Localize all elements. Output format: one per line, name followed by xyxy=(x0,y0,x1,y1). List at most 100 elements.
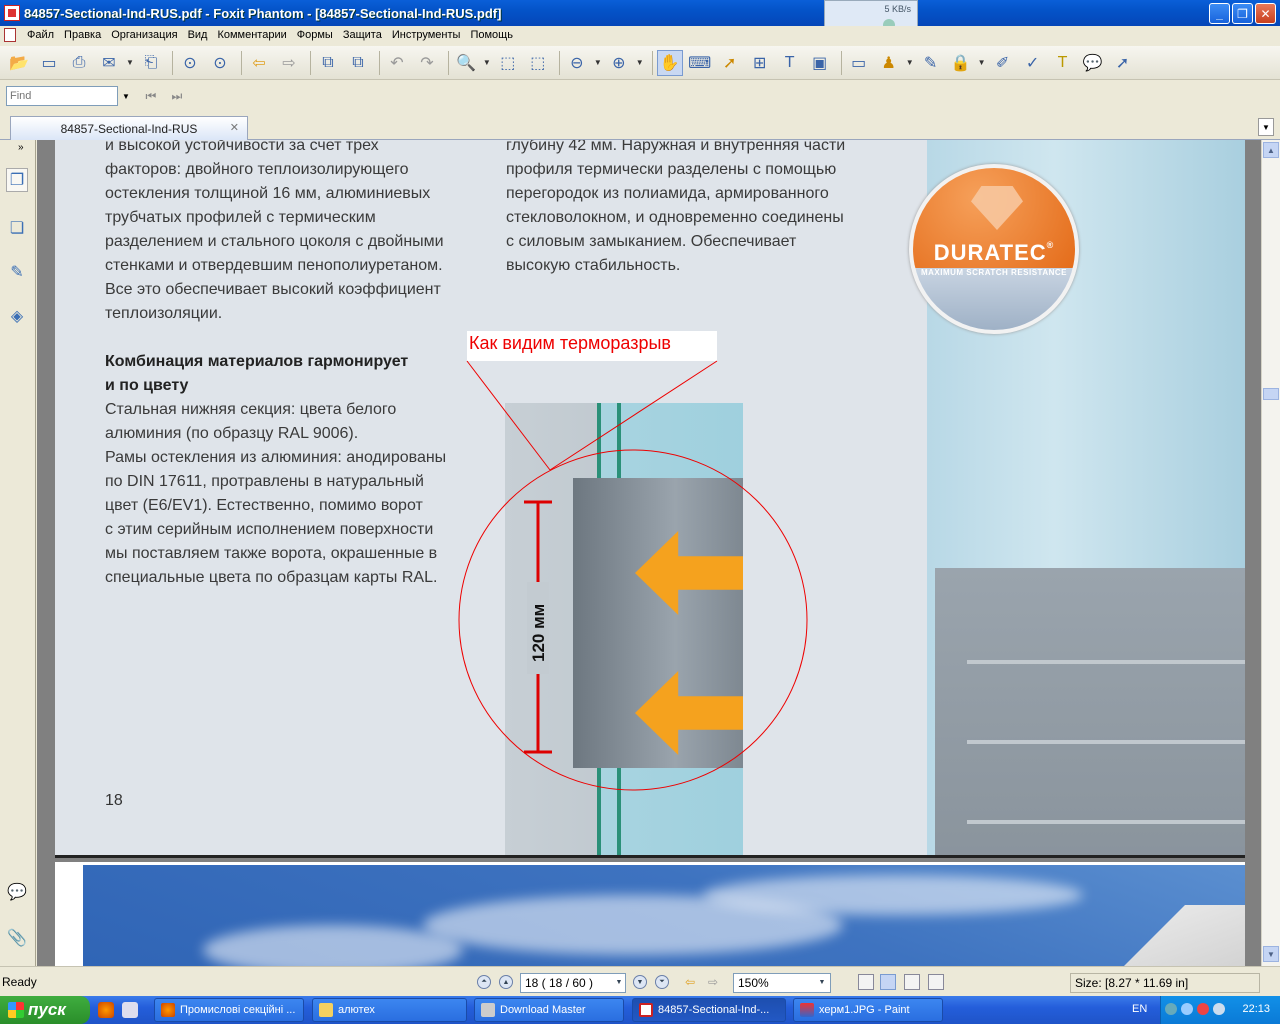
open-icon[interactable]: 📂 xyxy=(6,50,32,76)
select-icon[interactable]: ➚ xyxy=(717,50,743,76)
comment-list-icon[interactable]: 💬 xyxy=(6,880,28,904)
attachments-icon[interactable]: 📎 xyxy=(6,926,28,950)
comment-icon[interactable]: 💬 xyxy=(1080,50,1106,76)
email-icon[interactable]: ✉ xyxy=(96,50,122,76)
forward-icon[interactable]: ⇨ xyxy=(276,50,302,76)
foxit-app-icon[interactable] xyxy=(4,5,20,21)
find-next-icon[interactable]: ⏭ xyxy=(166,86,188,106)
maximize-button[interactable]: ❐ xyxy=(1232,3,1253,24)
zoom-out-icon[interactable]: ⊖ xyxy=(564,50,590,76)
menu-tools[interactable]: Инструменты xyxy=(387,29,466,41)
continuous-view-icon[interactable] xyxy=(880,974,896,990)
scroll-up-icon[interactable]: ▲ xyxy=(1263,142,1279,158)
zoom-out-dropdown-icon[interactable]: ▼ xyxy=(594,58,602,67)
next-page-icon[interactable]: ⊙ xyxy=(207,50,233,76)
document-menu-icon[interactable] xyxy=(4,28,16,42)
next-page-nav-icon[interactable]: ▼ xyxy=(633,975,647,989)
note-icon[interactable]: T xyxy=(1050,50,1076,76)
zoom-dropdown-icon[interactable]: ▼ xyxy=(483,58,491,67)
next-view-icon[interactable]: ⇨ xyxy=(706,975,720,989)
undo-icon[interactable]: ↶ xyxy=(384,50,410,76)
previous-view-icon[interactable]: ⇦ xyxy=(683,975,697,989)
previous-page-icon[interactable]: ▲ xyxy=(499,975,513,989)
tray-expand-icon[interactable] xyxy=(1165,1003,1177,1015)
prev-page-icon[interactable]: ⊙ xyxy=(177,50,203,76)
page-dropdown-icon[interactable]: ▼ xyxy=(612,975,626,989)
document-view[interactable]: DURATEC® MAXIMUM SCRATCH RESISTANCE и вы… xyxy=(37,140,1261,966)
edit-icon[interactable]: ✐ xyxy=(990,50,1016,76)
continuous-facing-view-icon[interactable] xyxy=(928,974,944,990)
annotation-callout[interactable]: Как видим терморазрыв xyxy=(467,331,717,361)
taskbar-item-download-master[interactable]: Download Master xyxy=(474,998,624,1022)
start-button[interactable]: пуск xyxy=(0,996,90,1024)
vertical-scrollbar[interactable]: ▲ ▼ xyxy=(1261,140,1280,966)
taskbar-item-foxit[interactable]: 84857-Sectional-Ind-... xyxy=(632,998,786,1022)
close-button[interactable]: ✕ xyxy=(1255,3,1276,24)
comments-panel-icon[interactable]: ✎ xyxy=(6,260,28,284)
fit-width-icon[interactable]: ⬚ xyxy=(525,50,551,76)
stamp-icon[interactable]: ♟ xyxy=(876,50,902,76)
back-icon[interactable]: ⇦ xyxy=(246,50,272,76)
show-desktop-icon[interactable] xyxy=(122,1002,138,1018)
zoom-in-icon[interactable]: 🔍 xyxy=(453,50,479,76)
arrow-tool-icon[interactable]: ➚ xyxy=(1110,50,1136,76)
find-dropdown-icon[interactable]: ▼ xyxy=(122,92,130,101)
menu-protect[interactable]: Защита xyxy=(338,29,387,41)
fit-page-icon[interactable]: ⬚ xyxy=(495,50,521,76)
language-indicator[interactable]: EN xyxy=(1132,1003,1147,1015)
menu-view[interactable]: Вид xyxy=(183,29,213,41)
find-previous-icon[interactable]: ⏮ xyxy=(140,86,162,106)
form-icon[interactable]: ✓ xyxy=(1020,50,1046,76)
scroll-down-icon[interactable]: ▼ xyxy=(1263,946,1279,962)
antivirus-tray-icon[interactable] xyxy=(1197,1003,1209,1015)
zoom-plus-dropdown-icon[interactable]: ▼ xyxy=(636,58,644,67)
menu-organize[interactable]: Организация xyxy=(106,29,182,41)
tab-close-icon[interactable]: ✕ xyxy=(230,121,239,134)
taskbar-item-paint[interactable]: херм1.JPG - Paint xyxy=(793,998,943,1022)
last-page-icon[interactable]: ⏷ xyxy=(655,975,669,989)
menu-file[interactable]: Файл xyxy=(22,29,59,41)
menu-forms[interactable]: Формы xyxy=(292,29,338,41)
minimize-button[interactable]: _ xyxy=(1209,3,1230,24)
lock-icon[interactable]: 🔒 xyxy=(948,50,974,76)
hand-icon[interactable]: ✋ xyxy=(656,49,683,76)
tab-list-dropdown-icon[interactable]: ▼ xyxy=(1258,118,1274,136)
pages-icon[interactable]: ❏ xyxy=(6,216,28,240)
text-box-icon[interactable]: T xyxy=(777,50,803,76)
layers-icon[interactable]: ◈ xyxy=(6,304,28,328)
menu-help[interactable]: Помощь xyxy=(465,29,518,41)
sign-icon[interactable]: ✎ xyxy=(918,50,944,76)
snapshot-icon[interactable]: ⊞ xyxy=(747,50,773,76)
stamp-dropdown-icon[interactable]: ▼ xyxy=(906,58,914,67)
insert-icon[interactable]: ⧉ xyxy=(345,50,371,76)
first-page-icon[interactable]: ⏶ xyxy=(477,975,491,989)
typewriter-icon[interactable]: ⌨ xyxy=(687,50,713,76)
firefox-quicklaunch-icon[interactable] xyxy=(98,1002,114,1018)
image-icon[interactable]: ▣ xyxy=(807,50,833,76)
rectangle-icon[interactable]: ▭ xyxy=(846,50,872,76)
find-input[interactable] xyxy=(6,86,118,106)
extract-icon[interactable]: ⧉ xyxy=(315,50,341,76)
facing-view-icon[interactable] xyxy=(904,974,920,990)
scroll-thumb[interactable] xyxy=(1263,388,1279,400)
lock-dropdown-icon[interactable]: ▼ xyxy=(978,58,986,67)
taskbar-item-browser[interactable]: Промислові секційні ... xyxy=(154,998,304,1022)
scan-icon[interactable]: ⎗ xyxy=(138,50,164,76)
expand-panel-icon[interactable]: » xyxy=(18,142,24,153)
network-tray-icon[interactable] xyxy=(1181,1003,1193,1015)
print-icon[interactable]: ⎙ xyxy=(66,50,92,76)
zoom-plus-icon[interactable]: ⊕ xyxy=(606,50,632,76)
taskbar-item-folder[interactable]: алютех xyxy=(312,998,467,1022)
save-icon[interactable]: ▭ xyxy=(36,50,62,76)
single-page-view-icon[interactable] xyxy=(858,974,874,990)
text-line: трубчатых профилей с термическим xyxy=(105,209,376,226)
bookmarks-icon[interactable]: ❐ xyxy=(6,168,28,192)
tab-document[interactable]: 84857-Sectional-Ind-RUS ✕ xyxy=(10,116,248,140)
email-dropdown-icon[interactable]: ▼ xyxy=(126,58,134,67)
redo-icon[interactable]: ↷ xyxy=(414,50,440,76)
page-number-input[interactable]: 18 ( 18 / 60 ) xyxy=(520,973,626,993)
menu-edit[interactable]: Правка xyxy=(59,29,106,41)
volume-tray-icon[interactable] xyxy=(1213,1003,1225,1015)
zoom-dropdown-arrow-icon[interactable]: ▼ xyxy=(815,975,829,989)
menu-comments[interactable]: Комментарии xyxy=(212,29,291,41)
